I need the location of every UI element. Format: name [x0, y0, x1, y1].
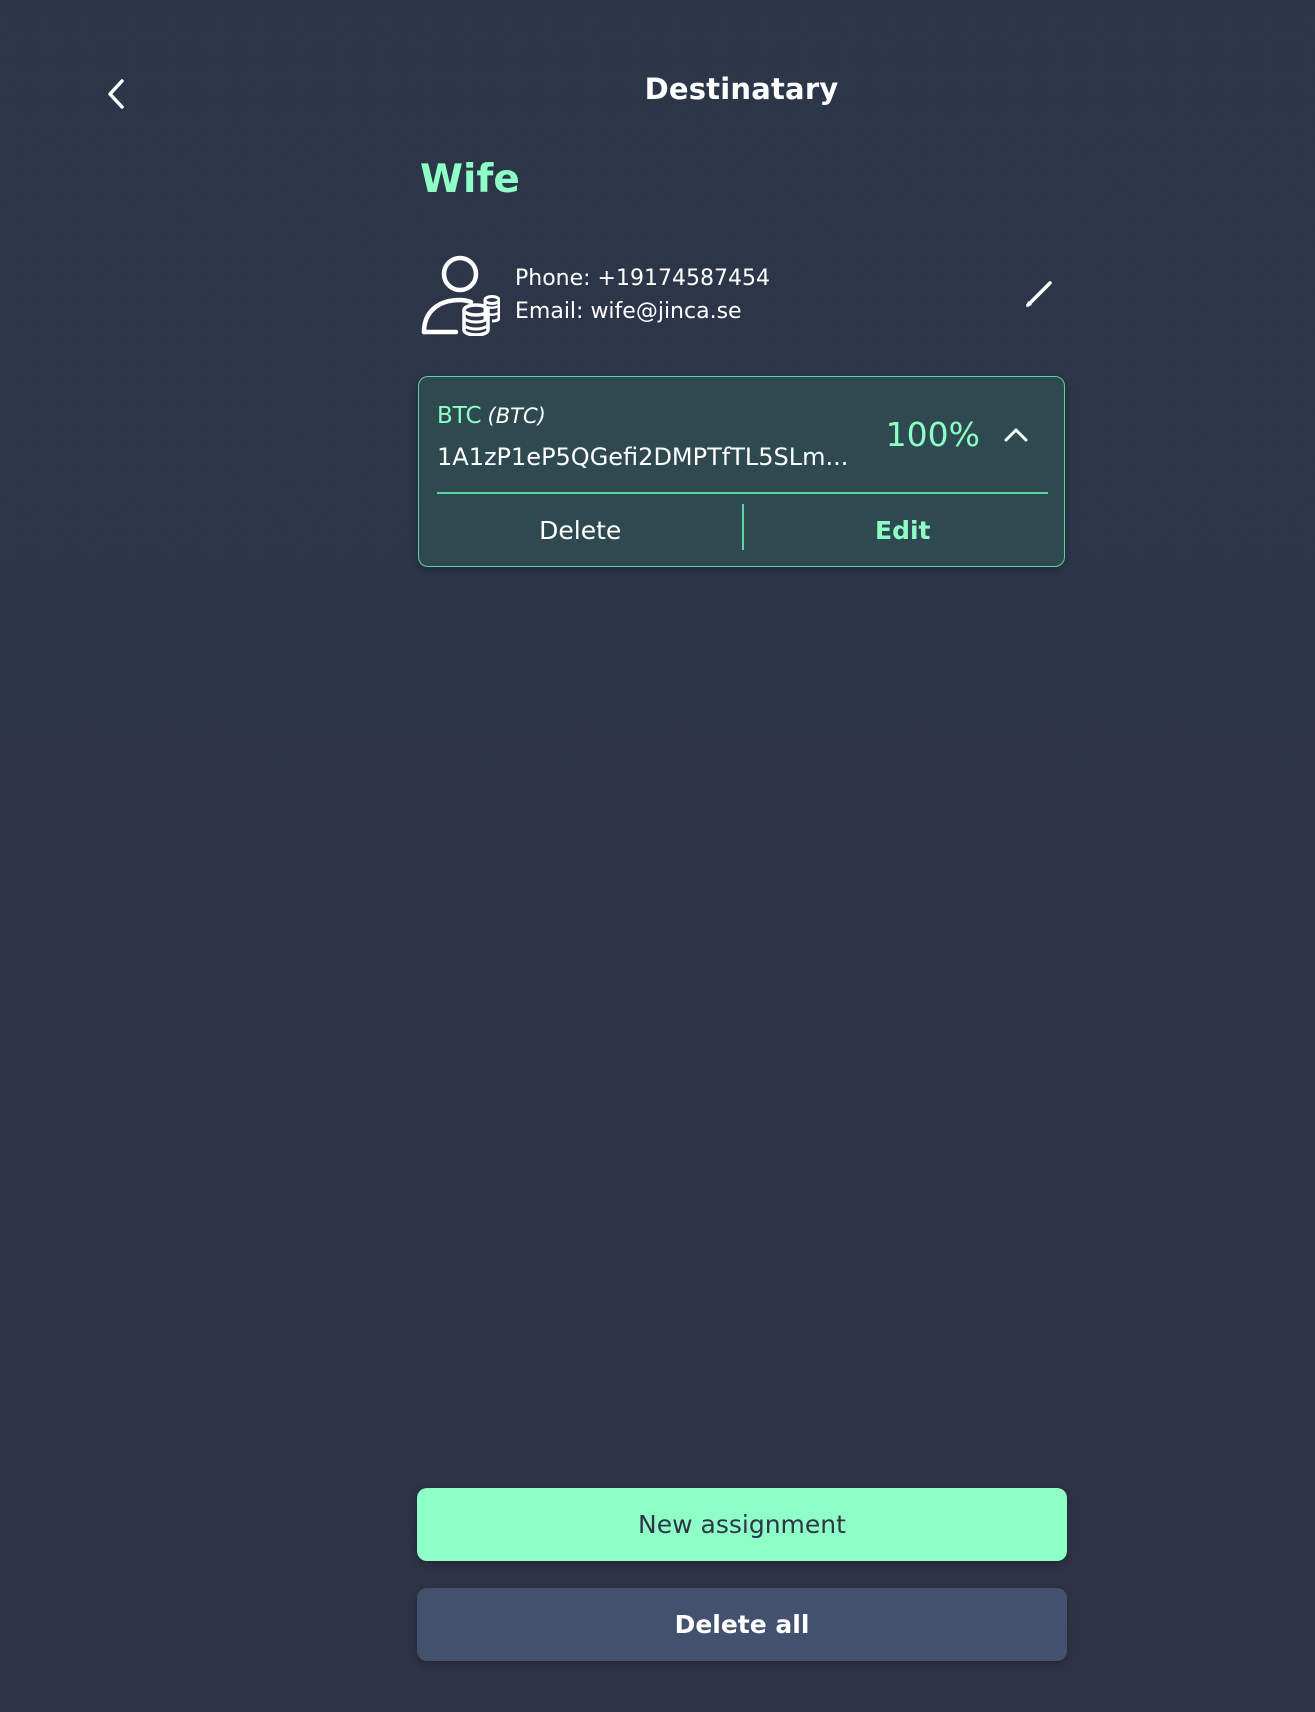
- assignment-card: BTC (BTC) 1A1zP1eP5QGefi2DMPTfTL5SLm... 1…: [418, 376, 1065, 567]
- recipient-name: Wife: [420, 157, 520, 202]
- person-with-coins-icon: [421, 255, 500, 336]
- recipient-detail: Wife Phone: +19174587454 Email: wife@jin…: [417, 0, 1067, 1712]
- collapse-button[interactable]: [996, 415, 1036, 455]
- asset-ticker: (BTC): [487, 404, 546, 428]
- pencil-icon: [1026, 281, 1052, 307]
- contact-info: Phone: +19174587454 Email: wife@jinca.se: [515, 262, 770, 328]
- assignment-summary: BTC (BTC) 1A1zP1eP5QGefi2DMPTfTL5SLm... 1…: [419, 377, 1064, 493]
- asset-name: BTC (BTC): [437, 403, 546, 429]
- card-actions: Delete Edit: [419, 494, 1064, 566]
- asset-name-label: BTC: [437, 403, 482, 429]
- contact-email: Email: wife@jinca.se: [515, 299, 742, 324]
- delete-assignment-button[interactable]: Delete: [419, 494, 742, 566]
- contact-row: Phone: +19174587454 Email: wife@jinca.se: [418, 250, 1065, 340]
- edit-contact-button[interactable]: [1019, 274, 1059, 314]
- edit-assignment-button[interactable]: Edit: [742, 494, 1065, 566]
- delete-all-button[interactable]: Delete all: [417, 1588, 1067, 1661]
- new-assignment-button[interactable]: New assignment: [417, 1488, 1067, 1561]
- contact-phone: Phone: +19174587454: [515, 266, 770, 291]
- chevron-up-icon: [1004, 428, 1028, 442]
- assignment-percent: 100%: [885, 415, 980, 454]
- wallet-address: 1A1zP1eP5QGefi2DMPTfTL5SLm...: [437, 443, 849, 471]
